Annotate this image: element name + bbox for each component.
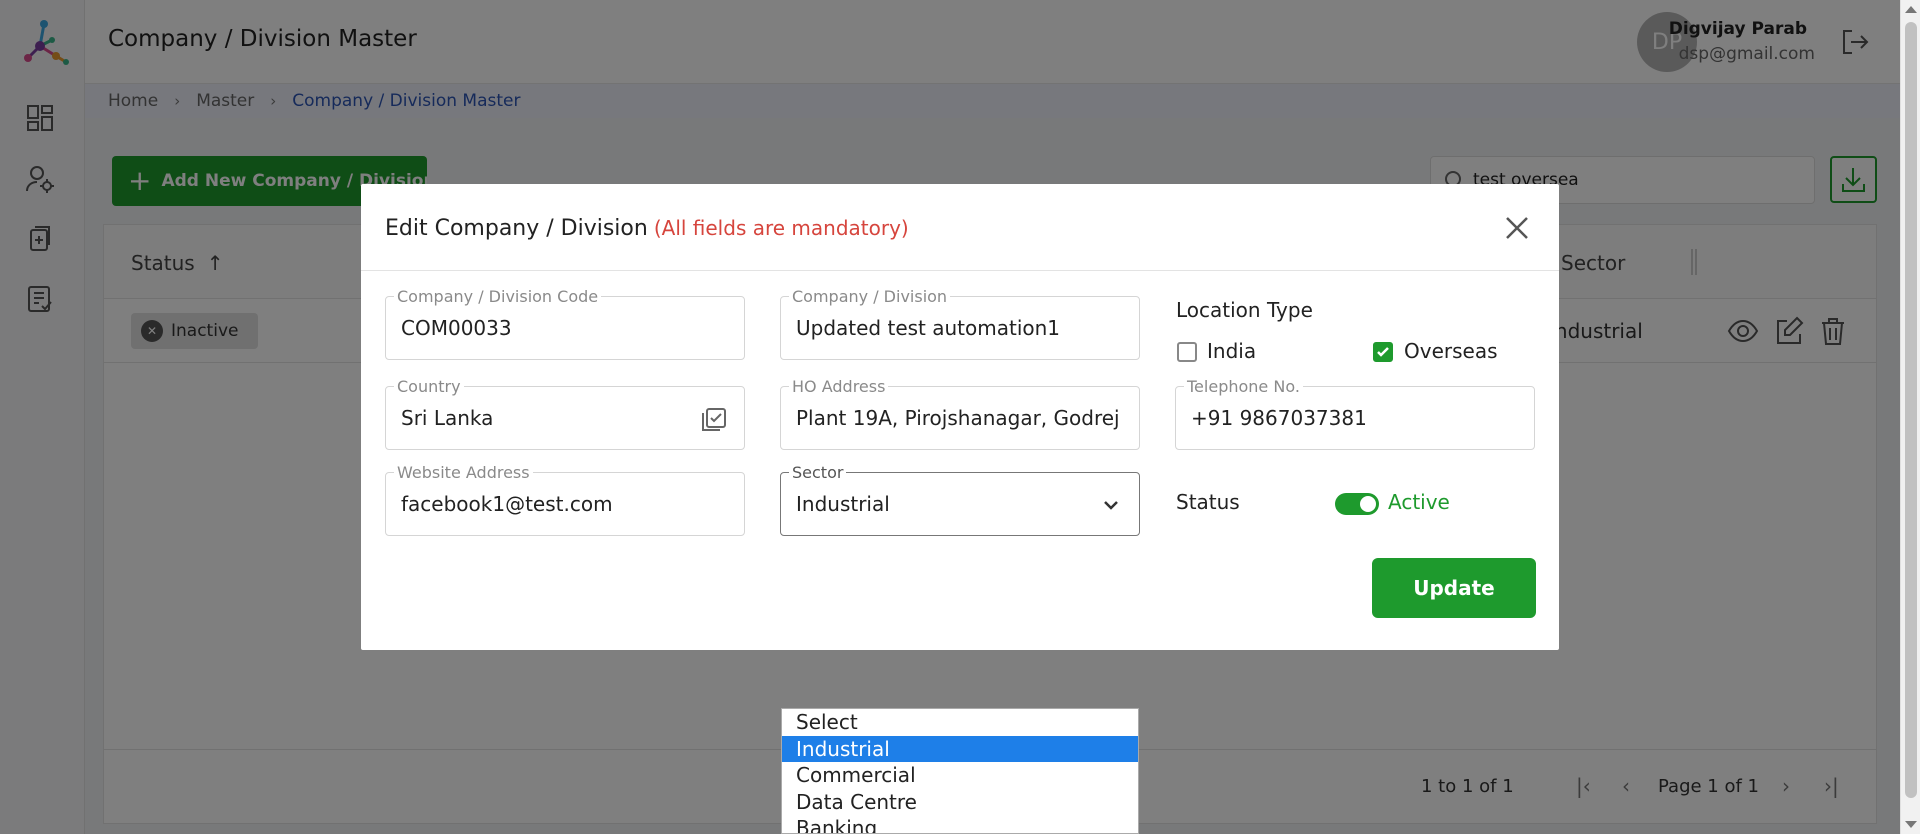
sector-option-select[interactable]: Select xyxy=(782,709,1138,736)
status-label: Status xyxy=(1176,490,1240,514)
website-field[interactable]: Website Address facebook1@test.com xyxy=(385,463,745,536)
sector-option-banking[interactable]: Banking xyxy=(782,815,1138,833)
scrollbar-thumb[interactable] xyxy=(1905,22,1917,798)
dialog-title: Edit Company / Division (All fields are m… xyxy=(385,216,909,241)
india-checkbox[interactable] xyxy=(1177,342,1197,362)
company-name-field[interactable]: Company / Division Updated test automati… xyxy=(780,287,1140,360)
ho-address-field[interactable]: HO Address Plant 19A, Pirojshanagar, God… xyxy=(780,377,1140,450)
scroll-down-icon[interactable] xyxy=(1905,821,1917,828)
page-scrollbar[interactable] xyxy=(1900,0,1920,834)
checkmark-icon xyxy=(1377,347,1389,357)
india-label: India xyxy=(1207,339,1257,363)
overseas-checkbox[interactable] xyxy=(1373,342,1393,362)
status-toggle[interactable] xyxy=(1335,493,1379,515)
sector-option-data-centre[interactable]: Data Centre xyxy=(782,789,1138,816)
close-icon[interactable] xyxy=(1503,214,1531,242)
telephone-field[interactable]: Telephone No. +91 9867037381 xyxy=(1175,377,1535,450)
status-value: Active xyxy=(1388,490,1450,514)
toggle-knob xyxy=(1360,496,1376,512)
dialog-header: Edit Company / Division (All fields are m… xyxy=(361,184,1559,271)
sector-select[interactable]: Sector Industrial xyxy=(780,463,1140,536)
company-code-field[interactable]: Company / Division Code COM00033 xyxy=(385,287,745,360)
select-list-icon[interactable] xyxy=(700,405,728,433)
chevron-down-icon xyxy=(1104,501,1118,510)
country-field[interactable]: Country Sri Lanka xyxy=(385,377,745,450)
update-button[interactable]: Update xyxy=(1372,558,1536,618)
scroll-up-icon[interactable] xyxy=(1905,6,1917,13)
edit-company-dialog: Edit Company / Division (All fields are m… xyxy=(361,184,1559,650)
overseas-label: Overseas xyxy=(1404,339,1498,363)
sector-option-commercial[interactable]: Commercial xyxy=(782,762,1138,789)
sector-option-industrial[interactable]: Industrial xyxy=(782,735,1138,762)
location-type-label: Location Type xyxy=(1176,298,1313,322)
mandatory-note: (All fields are mandatory) xyxy=(653,216,909,240)
sector-dropdown-list: Select Industrial Commercial Data Centre… xyxy=(781,708,1139,834)
